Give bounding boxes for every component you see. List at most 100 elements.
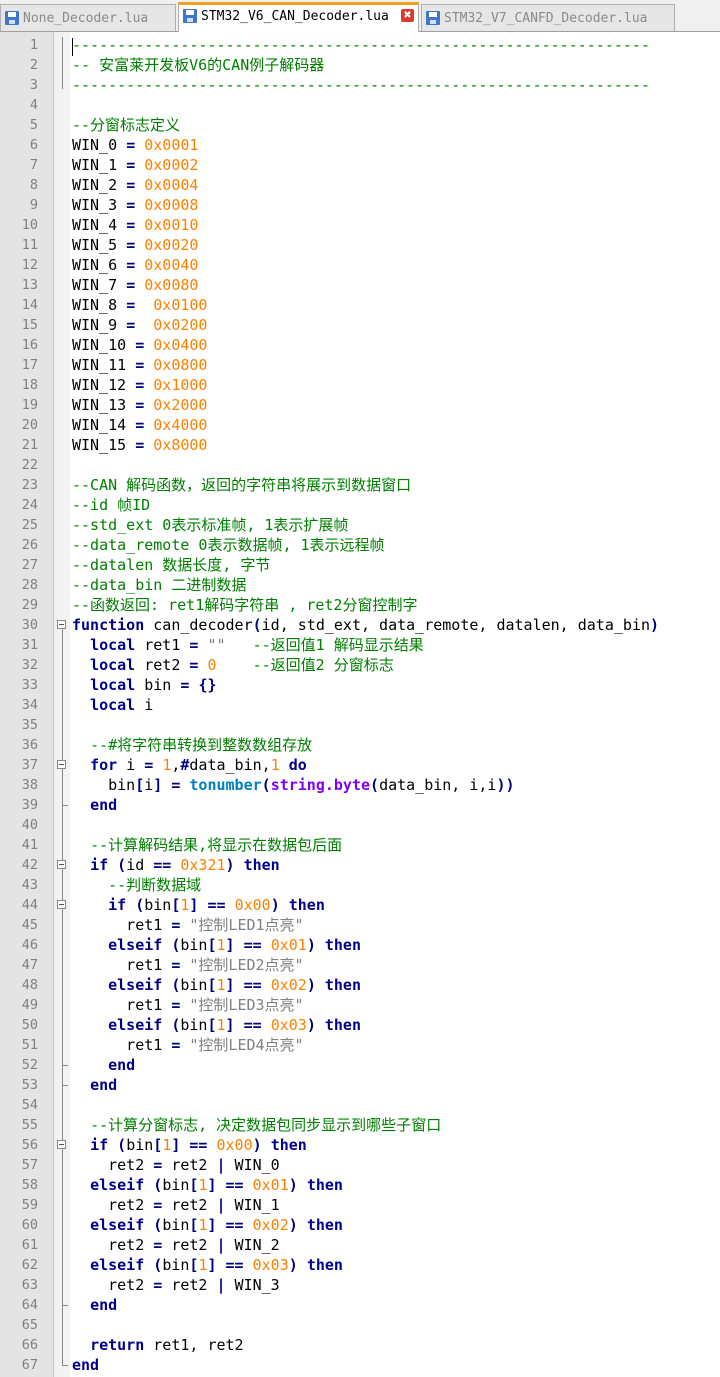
code-token: == (243, 1016, 262, 1034)
line-number: 64 (21, 1297, 38, 1313)
code-token: local (90, 676, 136, 694)
code-token: WIN_5 (72, 236, 127, 254)
code-token: == (243, 936, 262, 954)
code-token: = (126, 156, 136, 174)
code-token: "控制LED2点亮" (189, 956, 304, 974)
code-line: WIN_12 = 0x1000 (72, 375, 207, 395)
code-line: local ret2 = 0 --返回值2 分窗标志 (72, 655, 394, 675)
tab-stm32-v6-can-decoder[interactable]: STM32_V6_CAN_Decoder.lua ✖ (178, 2, 419, 32)
code-token: 0 (207, 656, 217, 674)
code-token: ] (225, 936, 235, 954)
code-token: ] (207, 1176, 217, 1194)
code-token: 1 (162, 1136, 172, 1154)
code-token: ) (288, 1256, 298, 1274)
line-number: 57 (21, 1157, 38, 1173)
code-token: ( (117, 856, 127, 874)
code-token: then (288, 896, 325, 914)
code-token: ret1 (135, 636, 190, 654)
tab-label: None_Decoder.lua (23, 11, 149, 26)
code-editor[interactable]: 1 2 3 4 5 6 7 8 9 10 11 12 13 14 15 16 17 18 19 20 21 22 23 24 2… (0, 32, 720, 1377)
line-number: 11 (21, 237, 38, 253)
code-line: WIN_13 = 0x2000 (72, 395, 207, 415)
code-token: WIN_6 (72, 256, 127, 274)
code-token: bin (144, 896, 172, 914)
code-line: WIN_14 = 0x4000 (72, 415, 207, 435)
line-number: 40 (21, 817, 38, 833)
line-number: 21 (21, 437, 38, 453)
code-token: then (243, 856, 280, 874)
close-icon[interactable]: ✖ (401, 9, 414, 22)
code-token: local (90, 636, 136, 654)
code-line: WIN_6 = 0x0040 (72, 255, 198, 275)
code-token: | (216, 1196, 226, 1214)
code-token: == (225, 1256, 244, 1274)
code-line: local ret1 = "" --返回值1 解码显示结果 (72, 635, 424, 655)
code-token: bin (162, 1176, 190, 1194)
code-line: WIN_4 = 0x0010 (72, 215, 198, 235)
fold-toggle-icon[interactable] (57, 860, 66, 869)
line-number: 67 (21, 1357, 38, 1373)
line-number: 29 (21, 597, 38, 613)
code-token: ret2 (162, 1276, 217, 1294)
code-token: "" (207, 636, 226, 654)
fold-toggle-icon[interactable] (57, 760, 66, 769)
fold-toggle-icon[interactable] (57, 620, 66, 629)
fold-toggle-icon[interactable] (57, 1140, 66, 1149)
code-token: WIN_14 (72, 416, 136, 434)
code-token: == (153, 856, 172, 874)
line-number: 35 (21, 717, 38, 733)
code-token: | (216, 1236, 226, 1254)
code-token: | (216, 1156, 226, 1174)
code-token: ) (649, 616, 660, 634)
code-token: ) (288, 1176, 298, 1194)
tab-none-decoder[interactable]: None_Decoder.lua (0, 4, 176, 31)
line-number: 54 (21, 1097, 38, 1113)
tab-stm32-v7-canfd-decoder[interactable]: STM32_V7_CANFD_Decoder.lua (421, 4, 675, 31)
code-line: --CAN 解码函数，返回的字符串将展示到数据窗口 (72, 475, 411, 495)
code-line: --计算分窗标志, 决定数据包同步显示到哪些子窗口 (72, 1115, 441, 1135)
code-token: 0x02 (252, 1216, 289, 1234)
line-number: 45 (21, 917, 38, 933)
line-number: 32 (21, 657, 38, 673)
fold-toggle-icon[interactable] (57, 900, 66, 909)
code-line: elseif (bin[1] == 0x03) then (72, 1255, 343, 1275)
line-number: 44 (21, 897, 38, 913)
code-token: end (90, 1076, 118, 1094)
code-line: --datalen 数据长度, 字节 (72, 555, 270, 575)
code-line: WIN_0 = 0x0001 (72, 135, 198, 155)
code-token: = (126, 196, 136, 214)
line-number: 28 (21, 577, 38, 593)
code-token: ret2 (72, 1156, 154, 1174)
code-token: "控制LED3点亮" (189, 996, 304, 1014)
code-token: = (126, 256, 136, 274)
code-line: --判断数据域 (72, 875, 201, 895)
code-token: == (225, 1176, 244, 1194)
code-token: --data_bin 二进制数据 (72, 576, 247, 594)
code-line: -- 安富莱开发板V6的CAN例子解码器 (72, 55, 324, 75)
code-token: then (306, 1176, 343, 1194)
code-token: do (288, 756, 307, 774)
code-token: if (108, 896, 127, 914)
line-number: 51 (21, 1037, 38, 1053)
line-number: 2 (29, 57, 38, 73)
code-token: function (72, 616, 145, 634)
